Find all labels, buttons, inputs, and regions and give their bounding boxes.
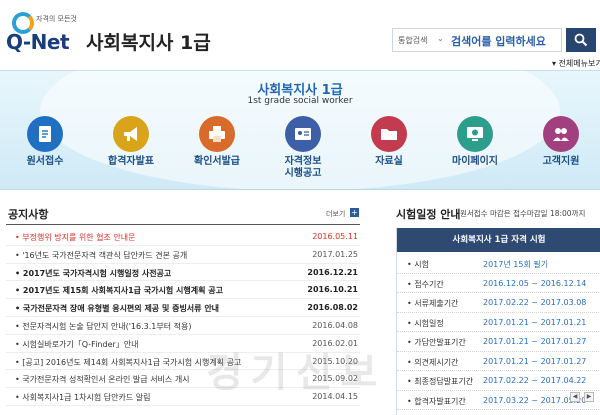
- notice-heading: 공지사항: [8, 208, 49, 221]
- notice-row[interactable]: • 2017년도 제15회 사회복지사1급 국가시험 시행계획 공고 2016.1…: [6, 281, 360, 300]
- document-icon: [27, 116, 63, 152]
- menu-apply[interactable]: 원서접수: [10, 116, 80, 188]
- printer-icon: [199, 116, 235, 152]
- notice-row[interactable]: • '16년도 국가전문자격 객관식 답안카드 견본 공개 2017.01.25: [6, 246, 360, 264]
- schedule-row: • 시험 2017년 15회 필기: [397, 254, 600, 274]
- chevron-down-icon[interactable]: ⌄: [437, 34, 444, 43]
- notice-date: 2016.05.11: [312, 232, 358, 241]
- notice-row[interactable]: • 2017년도 국가자격시험 시행일정 사전공고 2016.12.21: [6, 264, 360, 282]
- notice-date: 2017.01.25: [312, 249, 358, 259]
- schedule-row: • 접수기간 2016.12.05 ~ 2016.12.14: [397, 274, 600, 293]
- menu-apply-label: 원서접수: [26, 156, 64, 167]
- notice-date: 2016.10.21: [307, 285, 358, 295]
- banner-subtitle: 1st grade social worker: [247, 96, 353, 106]
- menu-mypage[interactable]: 마이페이지: [440, 116, 510, 188]
- search-bar: 통합검색 ⌄ 검색어를 입력하세요: [392, 28, 562, 52]
- notice-date: 2016.12.21: [307, 267, 358, 277]
- plus-icon[interactable]: +: [350, 208, 359, 217]
- schedule-row: • 서류제출기간 2017.02.22 ~ 2017.03.08: [397, 293, 600, 313]
- menu-mypage-label: 마이페이지: [452, 156, 498, 167]
- menu-exam-info-label: 자격정보 시행공고: [284, 156, 322, 179]
- all-menu-link[interactable]: ▾ 전체메뉴보기: [552, 58, 600, 69]
- schedule-label: • 시험: [407, 260, 429, 269]
- chevron-left-icon[interactable]: ◀: [570, 392, 580, 402]
- menu-results[interactable]: 합격자발표: [96, 116, 166, 188]
- notice-title[interactable]: • 국가전문자격 장애 유형별 응시편의 제공 및 증빙서류 안내: [9, 303, 309, 314]
- schedule-value: 2017.02.22 ~ 2017.04.22: [483, 376, 587, 385]
- menu-certificate-label: 확인서발급: [194, 156, 240, 167]
- notice-date: 2016.08.02: [307, 303, 358, 313]
- notice-title[interactable]: • 전문자격시험 논술 답안지 안내('16.3.1부터 적용): [9, 321, 309, 332]
- notice-title[interactable]: • '16년도 국가전문자격 객관식 답안카드 견본 공개: [9, 250, 309, 261]
- quick-menu-banner: 사회복지사 1급 1st grade social worker 원서접수 합격…: [0, 70, 600, 190]
- notice-date: 2016.04.08: [312, 320, 358, 330]
- menu-exam-info[interactable]: 자격정보 시행공고: [268, 116, 338, 188]
- watermark: 경기신보: [206, 350, 386, 396]
- schedule-row: • 가답안발표기간 2017.01.21 ~ 2017.01.27: [397, 332, 600, 352]
- id-card-icon: [285, 116, 321, 152]
- menu-certificate[interactable]: 확인서발급: [182, 116, 252, 188]
- schedule-value: 2017.01.21 ~ 2017.01.27: [483, 337, 587, 346]
- schedule-label: • 의견제시기간: [407, 357, 459, 367]
- site-header: 자격의 모든것 Q-Net 사회복지사 1급 통합검색 ⌄ 검색어를 입력하세요…: [0, 0, 600, 68]
- notice-row[interactable]: • 국가전문자격 장애 유형별 응시편의 제공 및 증빙서류 안내 2016.08…: [6, 299, 360, 317]
- support-icon: [543, 116, 579, 152]
- notice-title[interactable]: • 2017년도 제15회 사회복지사1급 국가시험 시행계획 공고: [9, 285, 309, 296]
- schedule-label: • 시험일정: [407, 318, 444, 328]
- schedule-value: 2017.01.21 ~ 2017.01.21: [483, 317, 587, 327]
- schedule-value[interactable]: 2017년 15회 필기: [483, 259, 548, 270]
- divider: [6, 224, 360, 225]
- schedule-panel-title: 사회복지사 1급 자격 시험: [397, 228, 600, 252]
- schedule-label: • 서류제출기간: [407, 299, 459, 308]
- schedule-row: • 최종정답발표기간 2017.02.22 ~ 2017.04.22: [397, 371, 600, 391]
- notice-title[interactable]: • 부정행위 방지를 위한 협조 안내문: [9, 232, 309, 243]
- logo-tagline: 자격의 모든것: [36, 15, 77, 23]
- schedule-label: • 최종정답발표기간: [407, 377, 474, 386]
- schedule-value: 2017.01.21 ~ 2017.01.27: [483, 356, 587, 366]
- notice-more-link[interactable]: 더보기: [326, 209, 345, 219]
- schedule-panel: 사회복지사 1급 자격 시험 • 시험 2017년 15회 필기 • 접수기간 201…: [396, 228, 600, 415]
- schedule-heading: 시험일정 안내: [396, 208, 461, 221]
- menu-results-label: 합격자발표: [108, 156, 154, 167]
- schedule-list: • 시험 2017년 15회 필기 • 접수기간 2016.12.05 ~ 2016.…: [397, 254, 600, 410]
- megaphone-icon: [113, 116, 149, 152]
- menu-archive[interactable]: 자료실: [354, 116, 424, 188]
- notice-row[interactable]: • 부정행위 방지를 위한 협조 안내문 2016.05.11: [6, 228, 360, 246]
- schedule-row: • 의견제시기간 2017.01.21 ~ 2017.01.27: [397, 352, 600, 371]
- notice-row[interactable]: • 전문자격시험 논술 답안지 안내('16.3.1부터 적용) 2016.04.…: [6, 317, 360, 335]
- page-title: 사회복지사 1급: [86, 32, 211, 54]
- monitor-icon: [457, 116, 493, 152]
- chevron-right-icon[interactable]: ▶: [584, 392, 594, 402]
- menu-support-label: 고객지원: [542, 156, 580, 167]
- schedule-row: • 시험일정 2017.01.21 ~ 2017.01.21: [397, 313, 600, 332]
- menu-support[interactable]: 고객지원: [526, 116, 596, 188]
- schedule-label: • 합격자발표기간: [407, 396, 466, 406]
- notice-title[interactable]: • 2017년도 국가자격시험 시행일정 사전공고: [9, 268, 309, 279]
- schedule-label: • 접수기간: [407, 279, 444, 289]
- schedule-value: 2017.02.22 ~ 2017.03.08: [483, 298, 587, 307]
- search-icon: [574, 33, 588, 47]
- schedule-note: 원서접수 마감은 접수마감일 18:00까지: [460, 209, 586, 218]
- schedule-label: • 가답안발표기간: [407, 338, 466, 347]
- menu-archive-label: 자료실: [375, 156, 403, 167]
- search-input[interactable]: 검색어를 입력하세요: [451, 33, 546, 49]
- qnet-logo[interactable]: 자격의 모든것 Q-Net: [6, 12, 82, 56]
- search-scope-select[interactable]: 통합검색: [398, 35, 427, 46]
- schedule-value: 2016.12.05 ~ 2016.12.14: [483, 278, 587, 288]
- all-menu-label: 전체메뉴보기: [558, 59, 600, 68]
- folder-icon: [371, 116, 407, 152]
- logo-text: Q-Net: [6, 30, 70, 54]
- search-button[interactable]: [566, 28, 596, 52]
